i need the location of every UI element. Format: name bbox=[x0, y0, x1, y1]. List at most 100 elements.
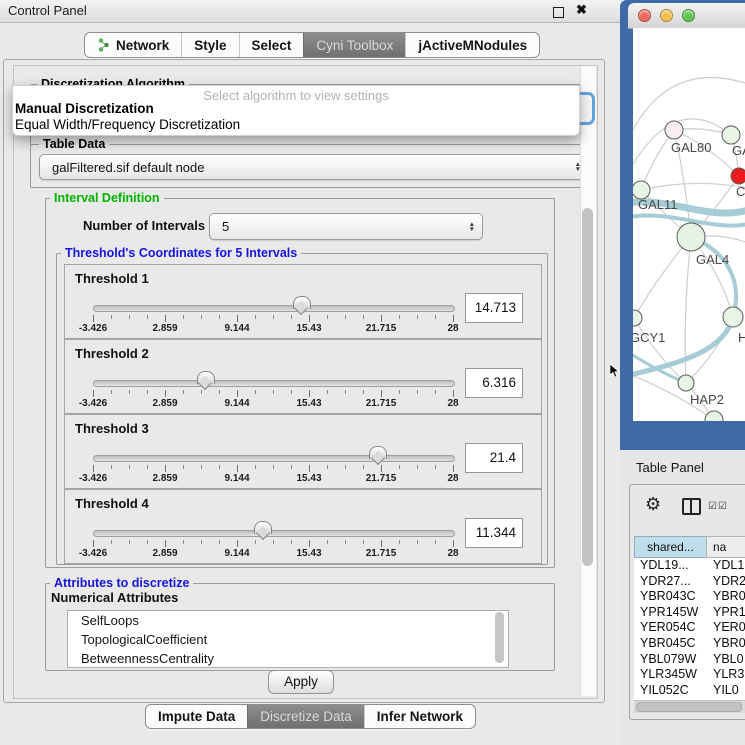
table-row[interactable]: YLR345W YLR3 bbox=[634, 667, 745, 683]
table-panel-title: Table Panel bbox=[636, 460, 704, 475]
tab-cyni-toolbox[interactable]: Cyni Toolbox bbox=[303, 33, 405, 57]
zoom-traffic-light[interactable] bbox=[682, 9, 695, 22]
slider-tick bbox=[417, 465, 418, 469]
table-hscrollbar-thumb[interactable] bbox=[636, 702, 742, 712]
slider-thumb[interactable] bbox=[197, 371, 215, 384]
column-header-shared-name[interactable]: shared... bbox=[634, 536, 707, 558]
slider-tick bbox=[435, 540, 436, 544]
number-of-intervals-combobox[interactable]: 5 ▲▼ bbox=[209, 213, 483, 240]
table-row[interactable]: YER054C YER0 bbox=[634, 620, 745, 636]
slider-tick-label: 9.144 bbox=[224, 473, 249, 484]
tab-style[interactable]: Style bbox=[181, 33, 238, 57]
table-row[interactable]: YDL19... YDL1 bbox=[634, 558, 745, 574]
column-header-name[interactable]: na bbox=[706, 536, 745, 558]
table-data-combobox-value: galFiltered.sif default node bbox=[40, 160, 204, 175]
svg-text:HAP2: HAP2 bbox=[690, 392, 724, 407]
tab-impute-data[interactable]: Impute Data bbox=[146, 705, 247, 728]
tab-network[interactable]: Network bbox=[85, 33, 181, 57]
popup-item-manual-discretization[interactable]: Manual Discretization bbox=[15, 101, 154, 116]
slider-tick-label: 21.715 bbox=[366, 473, 397, 484]
slider-tick bbox=[237, 315, 238, 322]
slider-tick bbox=[147, 315, 148, 319]
table-row[interactable]: YBR043C YBR0 bbox=[634, 589, 745, 605]
threshold-label: Threshold 1 bbox=[75, 271, 149, 286]
threshold-value-field[interactable]: 14.713 bbox=[465, 293, 523, 323]
slider-tick bbox=[453, 390, 454, 397]
slider-tick bbox=[93, 315, 94, 322]
slider-tick bbox=[201, 465, 202, 469]
close-icon[interactable]: ✖ bbox=[576, 2, 587, 18]
slider-tick bbox=[183, 315, 184, 319]
list-item[interactable]: SelfLoops bbox=[68, 611, 508, 630]
interval-definition-title: Interval Definition bbox=[50, 191, 164, 205]
slider-thumb[interactable] bbox=[254, 521, 272, 534]
slider-tick bbox=[201, 390, 202, 394]
list-item[interactable]: BetweennessCentrality bbox=[68, 649, 508, 668]
table-data-combobox[interactable]: galFiltered.sif default node ▲▼ bbox=[39, 154, 589, 180]
tab-infer-network[interactable]: Infer Network bbox=[364, 705, 475, 728]
list-item[interactable]: TopologicalCoefficient bbox=[68, 630, 508, 649]
tab-jactivemnodules[interactable]: jActiveMNodules bbox=[405, 33, 539, 57]
numerical-attributes-list[interactable]: SelfLoopsTopologicalCoefficientBetweenne… bbox=[67, 610, 509, 668]
slider-track[interactable] bbox=[93, 455, 455, 462]
popup-item-equal-width[interactable]: Equal Width/Frequency Discretization bbox=[15, 117, 240, 132]
slider-thumb[interactable] bbox=[293, 296, 311, 309]
table-browser: ⚙ ☑☑ shared... na YDL19... YDL1 YDR27...… bbox=[629, 484, 745, 720]
table-row[interactable]: YPR145W YPR1 bbox=[634, 605, 745, 621]
slider-track[interactable] bbox=[93, 380, 455, 387]
float-window-icon[interactable] bbox=[553, 7, 564, 18]
slider-tick bbox=[273, 390, 274, 394]
network-graph: GAL80GACGAL11GAL4GCY1HHAP2 bbox=[633, 28, 745, 421]
slider-tick bbox=[165, 465, 166, 472]
slider-tick bbox=[93, 540, 94, 547]
threshold-value-field[interactable]: 6.316 bbox=[465, 368, 523, 398]
slider-tick bbox=[111, 315, 112, 319]
table-row[interactable]: YIL052C YIL0 bbox=[634, 683, 745, 699]
show-columns-icon[interactable] bbox=[682, 498, 701, 515]
gear-icon[interactable]: ⚙ bbox=[645, 494, 661, 515]
threshold-value-field[interactable]: 11.344 bbox=[465, 518, 523, 548]
threshold-panel: Threshold 2 -3.4262.8599.14415.4321.7152… bbox=[64, 339, 542, 414]
select-columns-icon[interactable]: ☑☑ bbox=[708, 501, 728, 512]
slider-tick bbox=[291, 540, 292, 544]
minimize-traffic-light[interactable] bbox=[660, 9, 673, 22]
slider-tick bbox=[237, 465, 238, 472]
tab-select[interactable]: Select bbox=[239, 33, 304, 57]
threshold-label: Threshold 4 bbox=[75, 496, 149, 511]
slider-tick bbox=[417, 540, 418, 544]
slider-tick bbox=[345, 315, 346, 319]
slider-track[interactable] bbox=[93, 530, 455, 537]
svg-text:GAL11: GAL11 bbox=[638, 197, 678, 212]
table-row[interactable]: YDR27... YDR2 bbox=[634, 574, 745, 590]
attributes-groupbox: Attributes to discretize Numerical Attri… bbox=[45, 583, 555, 671]
slider-tick bbox=[111, 465, 112, 469]
slider-tick bbox=[399, 390, 400, 394]
close-traffic-light[interactable] bbox=[638, 9, 651, 22]
tab-discretize-data[interactable]: Discretize Data bbox=[247, 705, 364, 728]
tab-network-label: Network bbox=[116, 38, 169, 53]
apply-button[interactable]: Apply bbox=[268, 670, 334, 694]
slider-tick-label: 9.144 bbox=[224, 323, 249, 334]
svg-text:C: C bbox=[736, 184, 745, 199]
control-panel-title: Control Panel bbox=[8, 3, 87, 18]
panel-scrollbar-thumb[interactable] bbox=[582, 208, 593, 566]
attributes-list-scrollbar[interactable] bbox=[495, 612, 504, 663]
combo-stepper-icon: ▲▼ bbox=[469, 222, 475, 232]
slider-tick-label: 21.715 bbox=[366, 548, 397, 559]
threshold-value-field[interactable]: 21.4 bbox=[465, 443, 523, 473]
table-row[interactable]: YBR045C YBR0 bbox=[634, 636, 745, 652]
slider-tick-label: 28 bbox=[447, 398, 458, 409]
slider-tick bbox=[219, 315, 220, 319]
slider-tick bbox=[453, 465, 454, 472]
slider-thumb[interactable] bbox=[369, 446, 387, 459]
slider-tick-label: 28 bbox=[447, 323, 458, 334]
network-view[interactable]: GAL80GACGAL11GAL4GCY1HHAP2 bbox=[633, 28, 745, 421]
slider-track[interactable] bbox=[93, 305, 455, 312]
slider-tick bbox=[399, 540, 400, 544]
threshold-panel: Threshold 1 -3.4262.8599.14415.4321.7152… bbox=[64, 264, 542, 339]
slider-tick bbox=[219, 465, 220, 469]
slider-tick-label: -3.426 bbox=[79, 473, 107, 484]
table-row[interactable]: YBL079W YBL0 bbox=[634, 652, 745, 668]
slider-tick-label: 15.43 bbox=[296, 398, 321, 409]
number-of-intervals-value: 5 bbox=[210, 219, 229, 234]
